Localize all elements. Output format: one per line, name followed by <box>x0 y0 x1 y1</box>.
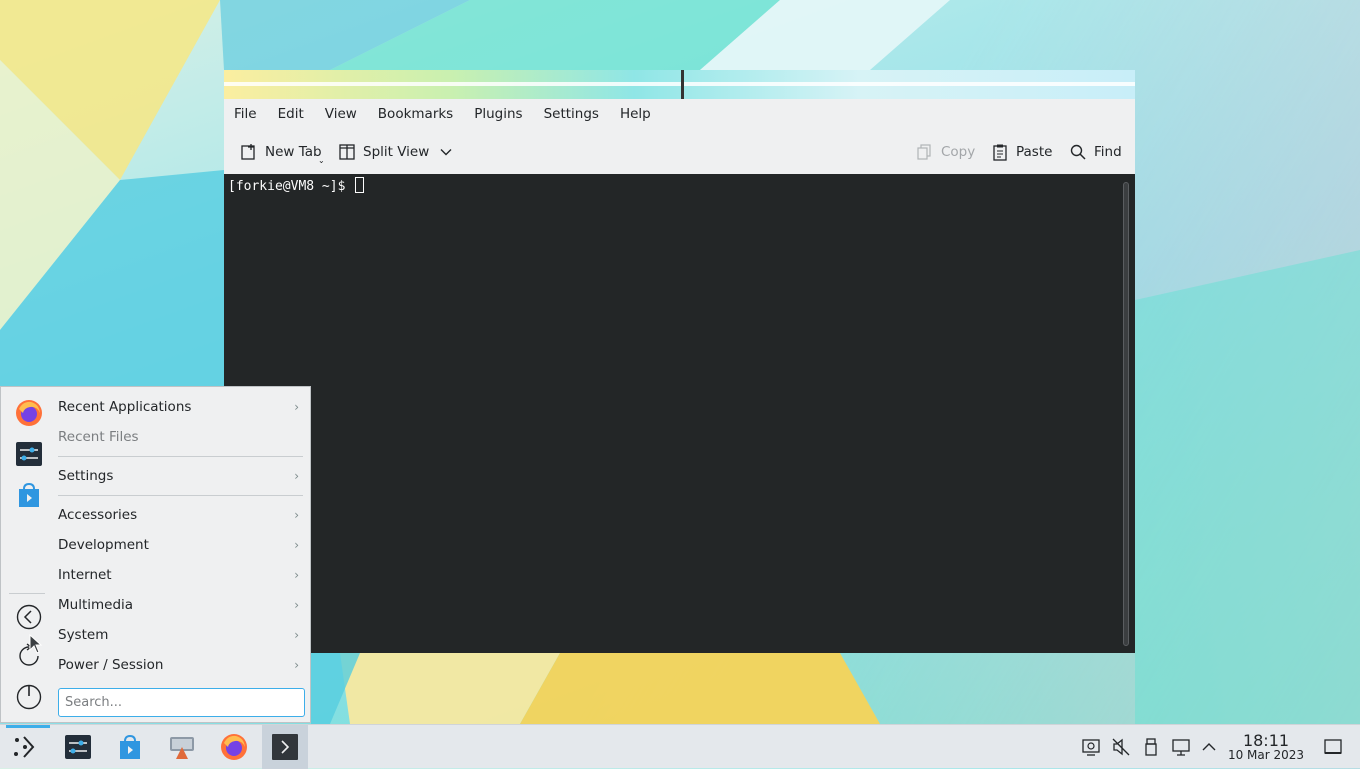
copy-label: Copy <box>941 144 976 160</box>
menu-bookmarks[interactable]: Bookmarks <box>378 106 453 122</box>
category-settings[interactable]: Settings › <box>58 462 303 490</box>
new-tab-button[interactable]: New Tab ⌄ <box>240 138 325 166</box>
category-label: Internet <box>58 567 112 583</box>
category-label: Power / Session <box>58 657 164 673</box>
chevron-right-icon: › <box>294 658 299 672</box>
show-desktop-icon[interactable] <box>1323 737 1343 757</box>
file-manager-icon <box>170 737 194 759</box>
menu-settings[interactable]: Settings <box>544 106 599 122</box>
application-launcher-menu: Recent Applications › Recent Files Settin… <box>0 386 311 723</box>
category-accessories[interactable]: Accessories › <box>58 501 303 529</box>
find-label: Find <box>1094 144 1122 160</box>
paste-icon <box>993 144 1007 161</box>
menubar: File Edit View Bookmarks Plugins Setting… <box>224 99 1135 129</box>
titlebar-highlight <box>224 82 1135 86</box>
split-view-label: Split View <box>363 144 430 160</box>
category-power-session[interactable]: Power / Session › <box>58 651 303 679</box>
category-label: Recent Files <box>58 429 139 445</box>
category-label: Multimedia <box>58 597 134 613</box>
menu-file[interactable]: File <box>234 106 257 122</box>
chevron-down-icon[interactable] <box>439 145 453 159</box>
usb-device-icon[interactable] <box>1141 737 1161 757</box>
terminal-scrollbar[interactable] <box>1123 182 1129 646</box>
sidebar-separator <box>9 593 45 594</box>
split-view-button[interactable]: Split View <box>338 138 460 166</box>
taskbar-konsole[interactable] <box>262 725 308 769</box>
taskbar-file-manager[interactable] <box>159 725 205 769</box>
menu-separator <box>58 456 303 457</box>
category-development[interactable]: Development › <box>58 531 303 559</box>
konsole-icon <box>272 734 298 760</box>
network-wired-icon[interactable] <box>1171 737 1191 757</box>
category-label: Settings <box>58 468 114 484</box>
chevron-right-icon: › <box>294 538 299 552</box>
back-arrow-icon[interactable] <box>15 603 43 631</box>
taskbar <box>0 724 1360 769</box>
category-multimedia[interactable]: Multimedia › <box>58 591 303 619</box>
screen-capture-icon[interactable] <box>1081 737 1101 757</box>
kde-launcher-icon <box>14 736 35 758</box>
menu-separator <box>58 495 303 496</box>
category-internet[interactable]: Internet › <box>58 561 303 589</box>
application-launcher-button[interactable] <box>2 725 50 769</box>
titlebar-handle <box>681 70 684 99</box>
chevron-right-icon: › <box>294 598 299 612</box>
volume-muted-icon[interactable] <box>1111 737 1131 757</box>
search-input[interactable]: Search... <box>58 688 305 717</box>
paste-button[interactable]: Paste <box>991 138 1052 166</box>
system-settings-icon <box>65 735 91 759</box>
discover-icon[interactable] <box>15 481 43 509</box>
chevron-up-icon[interactable] <box>1199 737 1219 757</box>
prompt-text: [forkie@VM8 ~]$ <box>228 179 354 194</box>
chevron-right-icon: › <box>294 568 299 582</box>
copy-icon <box>917 144 931 160</box>
mouse-pointer-icon <box>29 634 43 654</box>
chevron-right-icon: › <box>294 400 299 414</box>
new-tab-label: New Tab <box>265 144 322 160</box>
chevron-right-icon: › <box>294 469 299 483</box>
menu-view[interactable]: View <box>325 106 357 122</box>
system-settings-icon[interactable] <box>15 440 43 468</box>
power-icon[interactable] <box>15 682 43 710</box>
toolbar: New Tab ⌄ Split View Copy Paste Find <box>224 130 1135 174</box>
new-tab-icon <box>241 144 255 160</box>
split-view-icon <box>339 144 355 160</box>
taskbar-system-settings[interactable] <box>55 725 101 769</box>
chevron-right-icon: › <box>294 628 299 642</box>
category-recent-applications[interactable]: Recent Applications › <box>58 393 303 421</box>
firefox-icon[interactable] <box>15 399 43 427</box>
konsole-window: File Edit View Bookmarks Plugins Setting… <box>224 70 1135 653</box>
text-cursor <box>355 177 365 193</box>
find-button[interactable]: Find <box>1069 138 1122 166</box>
chevron-down-icon: ⌄ <box>318 156 325 165</box>
terminal-prompt: [forkie@VM8 ~]$ <box>228 177 365 194</box>
paste-label: Paste <box>1016 144 1053 160</box>
menu-edit[interactable]: Edit <box>278 106 304 122</box>
category-label: System <box>58 627 109 643</box>
window-titlebar[interactable] <box>224 70 1135 99</box>
menu-help[interactable]: Help <box>620 106 651 122</box>
category-label: Development <box>58 537 149 553</box>
search-placeholder: Search... <box>65 695 123 710</box>
menu-plugins[interactable]: Plugins <box>474 106 522 122</box>
taskbar-firefox[interactable] <box>211 725 257 769</box>
copy-button[interactable]: Copy <box>916 138 975 166</box>
category-label: Accessories <box>58 507 138 523</box>
taskbar-discover[interactable] <box>107 725 153 769</box>
terminal-area[interactable]: [forkie@VM8 ~]$ <box>224 174 1135 653</box>
clock-date[interactable]: 10 Mar 2023 <box>1224 748 1308 762</box>
category-recent-files[interactable]: Recent Files <box>58 423 303 451</box>
category-label: Recent Applications <box>58 399 192 415</box>
chevron-right-icon: › <box>294 508 299 522</box>
search-icon <box>1070 144 1086 160</box>
firefox-icon <box>221 734 247 760</box>
discover-icon <box>120 734 140 759</box>
category-system[interactable]: System › <box>58 621 303 649</box>
